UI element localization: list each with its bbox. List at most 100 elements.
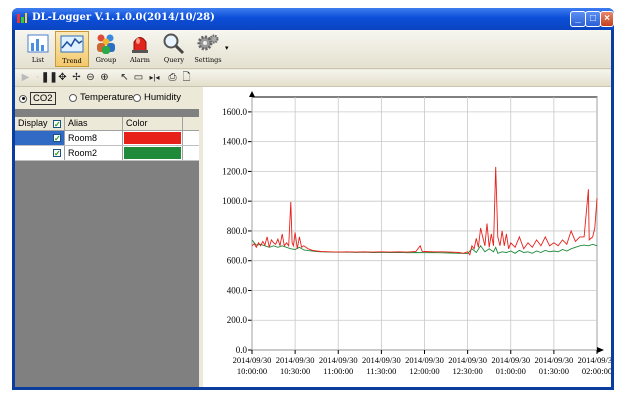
humidity-radio[interactable]: Humidity bbox=[133, 92, 181, 103]
x-tick-date-label: 2014/09/30 bbox=[491, 355, 530, 365]
move-icon[interactable]: ✢ bbox=[70, 71, 83, 84]
settings-dropdown-arrow[interactable]: ▾ bbox=[225, 44, 229, 52]
table-row[interactable]: Room8 bbox=[15, 131, 199, 146]
print-icon[interactable]: ⎙ bbox=[166, 71, 179, 84]
settings-button[interactable]: Settings bbox=[191, 31, 225, 67]
x-tick-date-label: 2014/09/30 bbox=[535, 355, 574, 365]
display-cell bbox=[15, 146, 65, 160]
grid-header: Display Alias Color bbox=[15, 117, 199, 131]
display-header-label: Display bbox=[18, 118, 48, 128]
app-icon bbox=[17, 13, 27, 23]
color-header[interactable]: Color bbox=[123, 117, 183, 130]
group-label: Group bbox=[95, 56, 117, 64]
y-tick-label: 1000.0 bbox=[222, 196, 247, 206]
series-grid: Display Alias Color Room8 bbox=[15, 117, 199, 161]
alias-header[interactable]: Alias bbox=[65, 117, 123, 130]
humidity-label: Humidity bbox=[144, 92, 181, 103]
radio-indicator bbox=[69, 93, 77, 102]
close-button[interactable]: × bbox=[600, 11, 614, 27]
x-tick-date-label: 2014/09/30 bbox=[448, 355, 487, 365]
y-tick-label: 1200.0 bbox=[222, 166, 247, 176]
alarm-button[interactable]: Alarm bbox=[123, 31, 157, 67]
query-label: Query bbox=[163, 56, 185, 64]
x-axis-arrow bbox=[597, 347, 604, 353]
select-icon[interactable]: ▭ bbox=[132, 71, 145, 84]
y-tick-label: 400.0 bbox=[227, 285, 248, 295]
x-tick-time-label: 12:00:00 bbox=[409, 366, 439, 376]
trend-button[interactable]: Trend bbox=[55, 31, 89, 67]
trend-chart[interactable]: 1600.0 1400.0 1200.0 1000.0 800.0 600.0 400.0 2… bbox=[203, 87, 616, 387]
x-tick-time-label: 11:00:00 bbox=[323, 366, 353, 376]
alarm-icon bbox=[132, 37, 148, 53]
window-title: DL-Logger V.1.1.0.0(2014/10/28) bbox=[32, 12, 215, 23]
x-tick-time-label: 02:00:00 bbox=[582, 366, 611, 376]
print-preview-icon[interactable]: 🗋 bbox=[180, 71, 193, 84]
color-swatch bbox=[124, 132, 181, 144]
temperature-label: Temperature bbox=[80, 92, 134, 103]
settings-label: Settings bbox=[194, 56, 222, 64]
maximize-button[interactable]: □ bbox=[585, 11, 601, 27]
x-tick-date-label: 2014/09/30 bbox=[578, 355, 611, 365]
co2-label: CO2 bbox=[30, 92, 56, 105]
co2-radio[interactable]: CO2 bbox=[19, 92, 56, 105]
display-checkbox[interactable] bbox=[53, 132, 61, 145]
y-axis-arrow bbox=[249, 91, 255, 97]
list-label: List bbox=[31, 56, 45, 64]
client-area: List Trend Group Alarm Query Settings ▾ … bbox=[15, 30, 616, 387]
group-button[interactable]: Group bbox=[89, 31, 123, 67]
table-row[interactable]: Room2 bbox=[15, 146, 199, 161]
trend-chart-svg[interactable]: 1600.0 1400.0 1200.0 1000.0 800.0 600.0 400.0 2… bbox=[203, 87, 616, 387]
alias-cell: Room8 bbox=[65, 131, 123, 145]
sensor-select: CO2 Temperature Humidity bbox=[15, 87, 199, 109]
settings-icon bbox=[197, 34, 219, 51]
x-tick-time-label: 10:00:00 bbox=[237, 366, 267, 376]
display-header[interactable]: Display bbox=[15, 117, 65, 131]
query-button[interactable]: Query bbox=[157, 31, 191, 67]
zoom-in-icon[interactable]: ⊕ bbox=[98, 71, 111, 84]
pointer-icon[interactable]: ↖ bbox=[118, 71, 131, 84]
x-tick-time-label: 01:30:00 bbox=[539, 366, 569, 376]
x-tick-date-label: 2014/09/30 bbox=[362, 355, 401, 365]
x-tick-time-label: 12:30:00 bbox=[453, 366, 483, 376]
x-tick-date-label: 2014/09/30 bbox=[276, 355, 315, 365]
y-tick-label: 1400.0 bbox=[222, 137, 247, 147]
y-tick-label: 1600.0 bbox=[222, 107, 247, 117]
fit-icon[interactable]: ▸|◂ bbox=[148, 71, 161, 84]
display-cell bbox=[15, 131, 65, 145]
list-button[interactable]: List bbox=[21, 31, 55, 67]
x-tick-time-label: 11:30:00 bbox=[366, 366, 396, 376]
x-tick-time-label: 01:00:00 bbox=[496, 366, 526, 376]
color-cell[interactable] bbox=[123, 131, 183, 145]
y-tick-label: 800.0 bbox=[227, 226, 248, 236]
y-tick-label: 0.0 bbox=[236, 345, 248, 355]
zoom-out-icon[interactable]: ⊖ bbox=[84, 71, 97, 84]
x-tick-time-label: 10:30:00 bbox=[280, 366, 310, 376]
query-icon bbox=[163, 33, 185, 55]
display-checkbox[interactable] bbox=[53, 147, 61, 160]
color-cell[interactable] bbox=[123, 146, 183, 160]
x-tick-date-label: 2014/09/30 bbox=[319, 355, 358, 365]
display-all-checkbox[interactable] bbox=[53, 118, 62, 131]
trend-label: Trend bbox=[62, 57, 82, 65]
chart-toolbar: ▶ ◦ ❚❚ ✥ ✢ ⊖ ⊕ ↖ ▭ ▸|◂ ⎙ 🗋 bbox=[15, 70, 611, 87]
trend-icon bbox=[60, 35, 84, 53]
alias-cell: Room2 bbox=[65, 146, 123, 160]
alarm-label: Alarm bbox=[130, 56, 150, 64]
app-window: DL-Logger V.1.1.0.0(2014/10/28) _ □ × Li… bbox=[12, 8, 616, 390]
x-tick-date-label: 2014/09/30 bbox=[405, 355, 444, 365]
pan-icon[interactable]: ✥ bbox=[56, 71, 69, 84]
y-tick-label: 600.0 bbox=[227, 256, 248, 266]
title-bar[interactable]: DL-Logger V.1.1.0.0(2014/10/28) _ □ × bbox=[12, 8, 614, 30]
y-tick-label: 200.0 bbox=[227, 315, 248, 325]
left-panel: CO2 Temperature Humidity Display ✓ Alias… bbox=[15, 87, 199, 387]
temperature-radio[interactable]: Temperature bbox=[69, 92, 133, 103]
pause-icon[interactable]: ❚❚ bbox=[41, 71, 58, 84]
group-icon bbox=[97, 34, 115, 54]
main-toolbar: List Trend Group Alarm Query Settings ▾ bbox=[15, 30, 611, 69]
list-icon bbox=[27, 34, 49, 53]
x-tick-date-label: 2014/09/30 bbox=[233, 355, 272, 365]
radio-selected-indicator bbox=[19, 94, 27, 103]
minimize-button[interactable]: _ bbox=[570, 11, 586, 27]
color-swatch bbox=[124, 147, 181, 159]
radio-indicator bbox=[133, 93, 141, 102]
